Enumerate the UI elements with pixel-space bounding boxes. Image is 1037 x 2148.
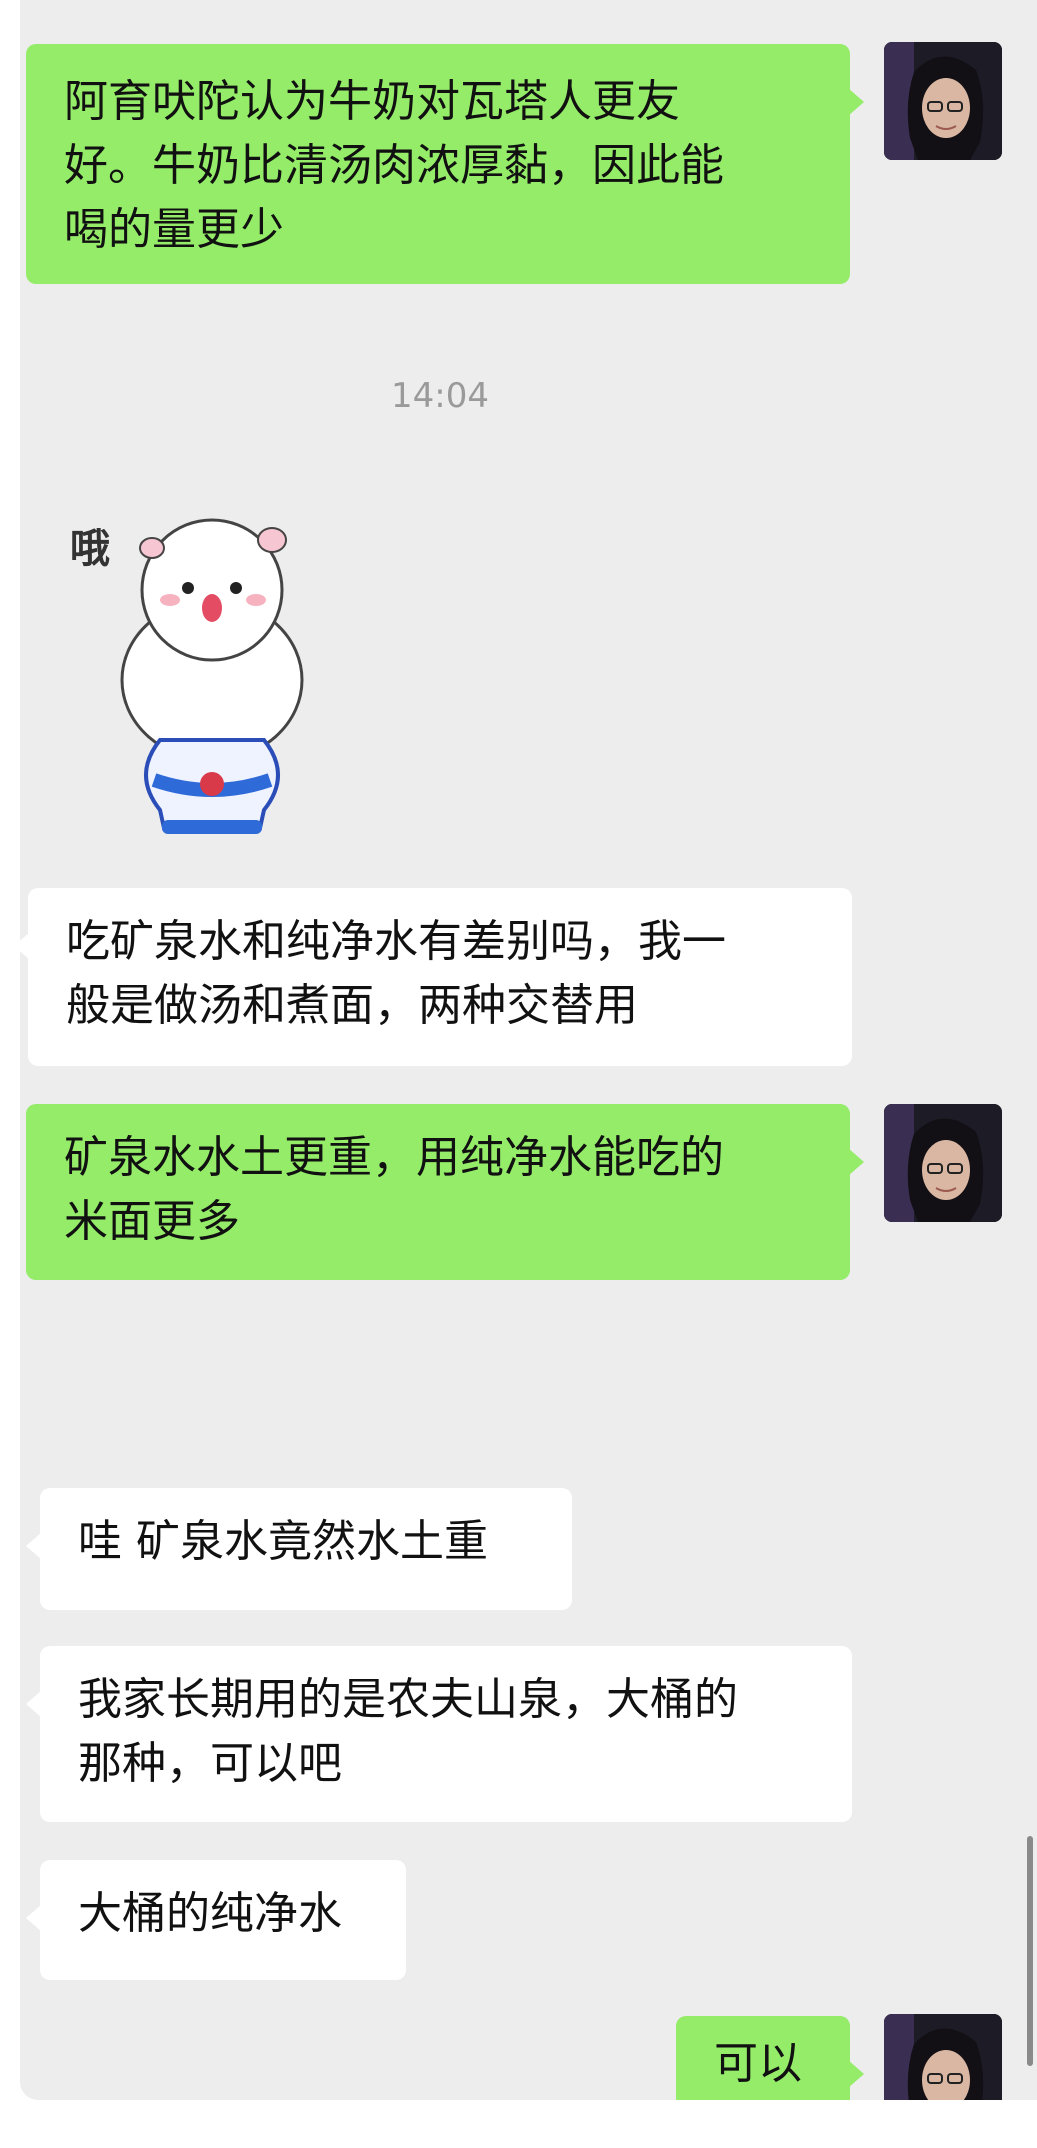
message-bubble-outgoing[interactable]: 矿泉水水土更重，用纯净水能吃的 米面更多 xyxy=(26,1104,864,1280)
user-avatar-photo xyxy=(884,42,1002,160)
message-bubble-outgoing[interactable]: 阿育吠陀认为牛奶对瓦塔人更友 好。牛奶比清汤肉浓厚黏，因此能 喝的量更少 xyxy=(26,44,864,284)
timestamp: 14:04 xyxy=(391,376,489,416)
message-bubble-incoming[interactable]: 大桶的纯净水 xyxy=(26,1860,406,1980)
sticker-caption: 哦 xyxy=(70,526,110,572)
scrollbar[interactable] xyxy=(1027,1836,1033,2066)
message-bubble-outgoing[interactable]: 可以 xyxy=(676,2016,864,2100)
avatar[interactable] xyxy=(884,1104,1002,1222)
avatar[interactable] xyxy=(884,2014,1002,2100)
sticker-bear-icon[interactable]: 哦 xyxy=(62,490,362,850)
avatar[interactable] xyxy=(884,42,1002,160)
user-avatar-photo xyxy=(884,1104,1002,1222)
user-avatar-photo xyxy=(884,2014,1002,2100)
message-bubble-incoming[interactable]: 吃矿泉水和纯净水有差别吗，我一 般是做汤和煮面，两种交替用 xyxy=(14,888,852,1066)
message-bubble-incoming[interactable]: 哇 矿泉水竟然水土重 xyxy=(26,1488,572,1610)
message-bubble-incoming[interactable]: 我家长期用的是农夫山泉，大桶的 那种，可以吧 xyxy=(26,1646,852,1822)
